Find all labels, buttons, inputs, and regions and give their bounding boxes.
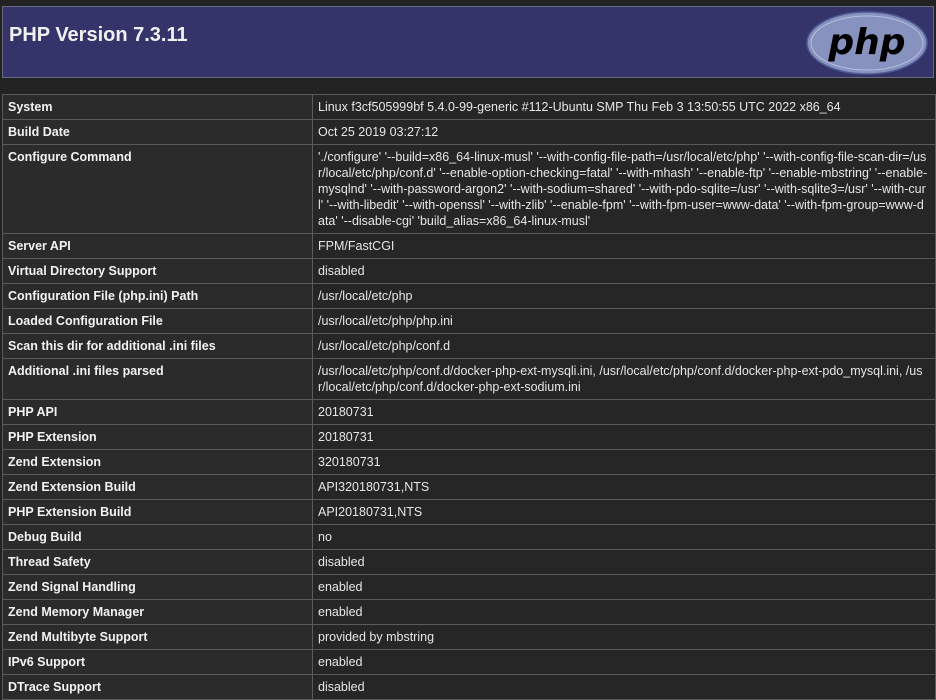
php-logo[interactable]: php — [805, 11, 929, 75]
row-key: DTrace Support — [2, 674, 313, 700]
table-row: Additional .ini files parsed/usr/local/e… — [2, 358, 936, 400]
row-value: FPM/FastCGI — [312, 233, 936, 259]
table-row: Zend Extension 320180731 — [2, 449, 936, 475]
row-key: Configuration File (php.ini) Path — [2, 283, 313, 309]
table-row: Scan this dir for additional .ini files /… — [2, 333, 936, 359]
table-row: Zend Memory Manager enabled — [2, 599, 936, 625]
table-row: PHP API 20180731 — [2, 399, 936, 425]
row-value: /usr/local/etc/php/conf.d — [312, 333, 936, 359]
row-key: Thread Safety — [2, 549, 313, 575]
row-key: Zend Signal Handling — [2, 574, 313, 600]
row-value: enabled — [312, 574, 936, 600]
row-value: provided by mbstring — [312, 624, 936, 650]
table-row: Configure Command './configure' '--build=… — [2, 144, 936, 234]
page-title: PHP Version 7.3.11 — [9, 24, 188, 46]
row-value: API20180731,NTS — [312, 499, 936, 525]
row-key: Virtual Directory Support — [2, 258, 313, 284]
row-value: disabled — [312, 258, 936, 284]
row-value: /usr/local/etc/php/php.ini — [312, 308, 936, 334]
row-key: Configure Command — [2, 144, 313, 234]
row-key: Debug Build — [2, 524, 313, 550]
table-row: Thread Safety disabled — [2, 549, 936, 575]
row-value: 20180731 — [312, 399, 936, 425]
table-row: Zend Signal Handling enabled — [2, 574, 936, 600]
row-value: API320180731,NTS — [312, 474, 936, 500]
row-key: PHP Extension Build — [2, 499, 313, 525]
row-value: disabled — [312, 674, 936, 700]
row-key: Server API — [2, 233, 313, 259]
row-key: Zend Extension Build — [2, 474, 313, 500]
row-key: PHP API — [2, 399, 313, 425]
table-row: PHP Extension Build API20180731,NTS — [2, 499, 936, 525]
table-row: Debug Build no — [2, 524, 936, 550]
row-value: enabled — [312, 649, 936, 675]
table-row: System Linux f3cf505999bf 5.4.0-99-generi… — [2, 94, 936, 120]
row-key: Additional .ini files parsed — [2, 358, 313, 400]
table-row: Zend Extension Build API320180731,NTS — [2, 474, 936, 500]
row-value: no — [312, 524, 936, 550]
table-row: Zend Multibyte Support provided by mbstri… — [2, 624, 936, 650]
row-value: 320180731 — [312, 449, 936, 475]
php-logo-text: php — [827, 22, 905, 63]
row-key: Zend Multibyte Support — [2, 624, 313, 650]
row-key: System — [2, 94, 313, 120]
row-key: Build Date — [2, 119, 313, 145]
row-value: /usr/local/etc/php/conf.d/docker-php-ext… — [312, 358, 936, 400]
row-value: Linux f3cf505999bf 5.4.0-99-generic #112… — [312, 94, 936, 120]
row-value: Oct 25 2019 03:27:12 — [312, 119, 936, 145]
table-row: Server API FPM/FastCGI — [2, 233, 936, 259]
table-row: DTrace Support disabled — [2, 674, 936, 700]
table-row: Loaded Configuration File/usr/local/etc/… — [2, 308, 936, 334]
php-info-table: System Linux f3cf505999bf 5.4.0-99-generi… — [2, 94, 936, 700]
row-key: Scan this dir for additional .ini files — [2, 333, 313, 359]
row-key: Zend Extension — [2, 449, 313, 475]
row-value: disabled — [312, 549, 936, 575]
table-row: IPv6 Support enabled — [2, 649, 936, 675]
row-key: Zend Memory Manager — [2, 599, 313, 625]
table-row: PHP Extension 20180731 — [2, 424, 936, 450]
table-row: Virtual Directory Support disabled — [2, 258, 936, 284]
row-key: PHP Extension — [2, 424, 313, 450]
row-value: enabled — [312, 599, 936, 625]
table-row: Build Date Oct 25 2019 03:27:12 — [2, 119, 936, 145]
row-key: Loaded Configuration File — [2, 308, 313, 334]
row-value: './configure' '--build=x86_64-linux-musl… — [312, 144, 936, 234]
row-value: 20180731 — [312, 424, 936, 450]
table-row: Configuration File (php.ini) Path/usr/lo… — [2, 283, 936, 309]
row-key: IPv6 Support — [2, 649, 313, 675]
row-value: /usr/local/etc/php — [312, 283, 936, 309]
php-version-header: PHP Version 7.3.11 php — [2, 6, 934, 78]
